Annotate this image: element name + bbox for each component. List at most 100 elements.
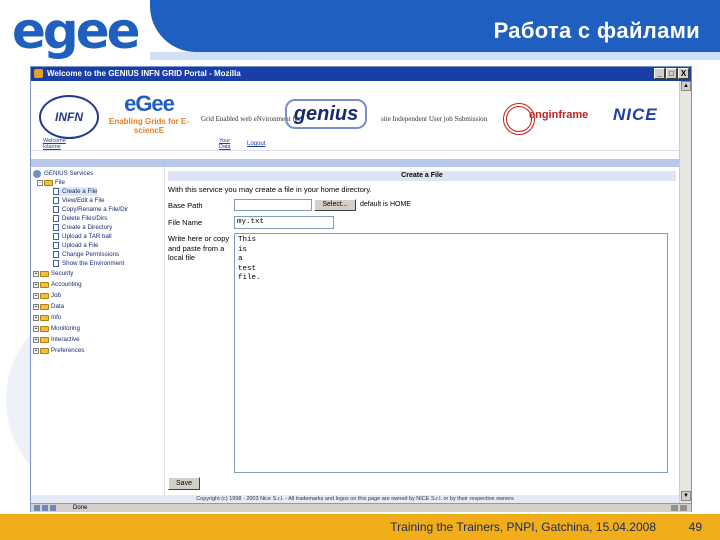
sidebar-item-monitoring[interactable]: + Monitoring [33, 324, 80, 333]
sidebar-item-accounting[interactable]: + Accounting [33, 280, 82, 289]
folder-icon [40, 303, 49, 310]
intro-text: With this service you may create a file … [168, 185, 372, 194]
sidebar-item-label: Create a File [62, 188, 98, 195]
slide-footer: Training the Trainers, PNPI, Gatchina, 1… [0, 514, 720, 540]
security-lock-icon [671, 505, 678, 511]
expand-icon: + [33, 270, 39, 277]
save-button[interactable]: Save [168, 477, 200, 490]
slide-header: egee Работа с файлами [0, 0, 720, 64]
close-button[interactable]: X [678, 68, 689, 79]
nav-links: Welcome lolaone Your Data Logout [31, 133, 679, 157]
welcome-link[interactable]: Welcome lolaone [43, 138, 79, 150]
scroll-down-icon[interactable]: ▼ [681, 491, 691, 501]
slide-title: Работа с файлами [493, 18, 700, 43]
sidebar-item-data[interactable]: + Data [33, 302, 64, 311]
maximize-button[interactable]: □ [666, 68, 677, 79]
sidebar-item-upload-tar[interactable]: Upload a TAR ball [53, 232, 112, 241]
sidebar-item-environment[interactable]: Show the Environment [53, 259, 124, 268]
window-controls: _ □ X [654, 68, 689, 79]
write-label: Write here or copy and paste from a loca… [168, 234, 230, 262]
folder-icon [40, 347, 49, 354]
panel-header: Create a File [168, 171, 676, 181]
sidebar-item-label: Show the Environment [62, 260, 125, 267]
sidebar-item-label: Monitoring [51, 325, 80, 332]
sidebar-item-label: Security [51, 270, 74, 277]
sidebar-item-create-dir[interactable]: Create a Directory [53, 223, 112, 232]
minimize-button[interactable]: _ [654, 68, 665, 79]
mail-icon[interactable] [34, 505, 40, 511]
filename-label: File Name [168, 218, 203, 227]
vertical-scrollbar[interactable]: ▲ ▼ [679, 81, 691, 503]
sidebar-item-label: View/Edit a File [62, 197, 105, 204]
your-data-link[interactable]: Your Data [219, 138, 239, 150]
expand-icon: + [33, 281, 39, 288]
expand-icon: + [33, 325, 39, 332]
window-titlebar[interactable]: Welcome to the GENIUS INFN GRID Portal -… [31, 67, 691, 81]
base-path-input[interactable] [234, 199, 312, 211]
egee-banner-text: eGee [124, 91, 175, 116]
sidebar-item-create-file[interactable]: Create a File [53, 187, 98, 196]
copyright-footer: Copyright (c) 1998 - 2003 Nice S.r.l. - … [31, 495, 679, 503]
folder-icon [40, 270, 49, 277]
folder-icon [40, 314, 49, 321]
mozilla-icon [34, 69, 43, 78]
page-number: 49 [688, 520, 702, 534]
sidebar-item-upload-file[interactable]: Upload a File [53, 241, 98, 250]
sidebar-item-view-edit[interactable]: View/Edit a File [53, 196, 105, 205]
genius-logo: genius [285, 99, 367, 129]
sidebar-item-label: Copy/Rename a File/Dir [62, 206, 129, 213]
egee-logo: egee [8, 2, 168, 60]
egee-logo-text: egee [12, 2, 141, 60]
sidebar-item-interactive[interactable]: + Interactive [33, 335, 80, 344]
enginframe-logo: enginframe [503, 101, 593, 135]
page-icon [53, 215, 59, 222]
sidebar-item-label: Change Permissions [62, 251, 120, 258]
default-hint: default is HOME [360, 201, 411, 208]
sidebar-item-permissions[interactable]: Change Permissions [53, 250, 119, 259]
nice-logo: NICE [613, 105, 658, 124]
page-icon [53, 242, 59, 249]
online-icon [680, 505, 687, 511]
scroll-up-icon[interactable]: ▲ [681, 81, 691, 91]
logout-link[interactable]: Logout [247, 141, 265, 147]
header-stripe [150, 52, 720, 60]
sidebar-root[interactable]: GENIUS Services [33, 169, 93, 178]
sidebar-item-copy-rename[interactable]: Copy/Rename a File/Dir [53, 205, 128, 214]
sidebar-item-label: Interactive [51, 336, 80, 343]
expand-icon: + [33, 314, 39, 321]
genius-right-text: site Independent User job Submission [381, 115, 488, 123]
sidebar-root-label: GENIUS Services [44, 170, 94, 177]
page-icon [53, 197, 59, 204]
sidebar-item-file[interactable]: - File [37, 178, 65, 187]
sidebar-item-delete[interactable]: Delete Files/Dirs [53, 214, 107, 223]
select-button[interactable]: Select... [314, 199, 356, 211]
sidebar-item-label: Upload a TAR ball [62, 233, 112, 240]
folder-open-icon [44, 179, 53, 186]
page-icon [53, 224, 59, 231]
sidebar-item-label: Job [51, 292, 61, 299]
sidebar-item-label: Preferences [51, 347, 85, 354]
composer-icon[interactable] [42, 505, 48, 511]
sidebar-item-preferences[interactable]: + Preferences [33, 346, 84, 355]
folder-icon [40, 325, 49, 332]
sidebar-item-label: Data [51, 303, 65, 310]
folder-icon [40, 336, 49, 343]
sidebar-item-security[interactable]: + Security [33, 269, 73, 278]
sidebar-item-label: Info [51, 314, 62, 321]
sidebar-item-label: Delete Files/Dirs [62, 215, 108, 222]
folder-icon [40, 292, 49, 299]
window-title: Welcome to the GENIUS INFN GRID Portal -… [47, 69, 241, 78]
sidebar-item-label: File [55, 179, 65, 186]
addressbook-icon[interactable] [50, 505, 56, 511]
sidebar-item-job[interactable]: + Job [33, 291, 61, 300]
services-sidebar: GENIUS Services - File Create a File Vie… [31, 167, 165, 495]
sidebar-item-label: Create a Directory [62, 224, 113, 231]
sidebar-item-info[interactable]: + Info [33, 313, 61, 322]
filename-input[interactable]: my.txt [234, 216, 334, 229]
expand-icon: + [33, 347, 39, 354]
browser-window: Welcome to the GENIUS INFN GRID Portal -… [30, 66, 692, 512]
content-textarea[interactable]: This is a test file. [234, 233, 668, 473]
status-text: Done [73, 505, 88, 511]
expand-icon: + [33, 336, 39, 343]
collapse-icon: - [37, 179, 43, 186]
